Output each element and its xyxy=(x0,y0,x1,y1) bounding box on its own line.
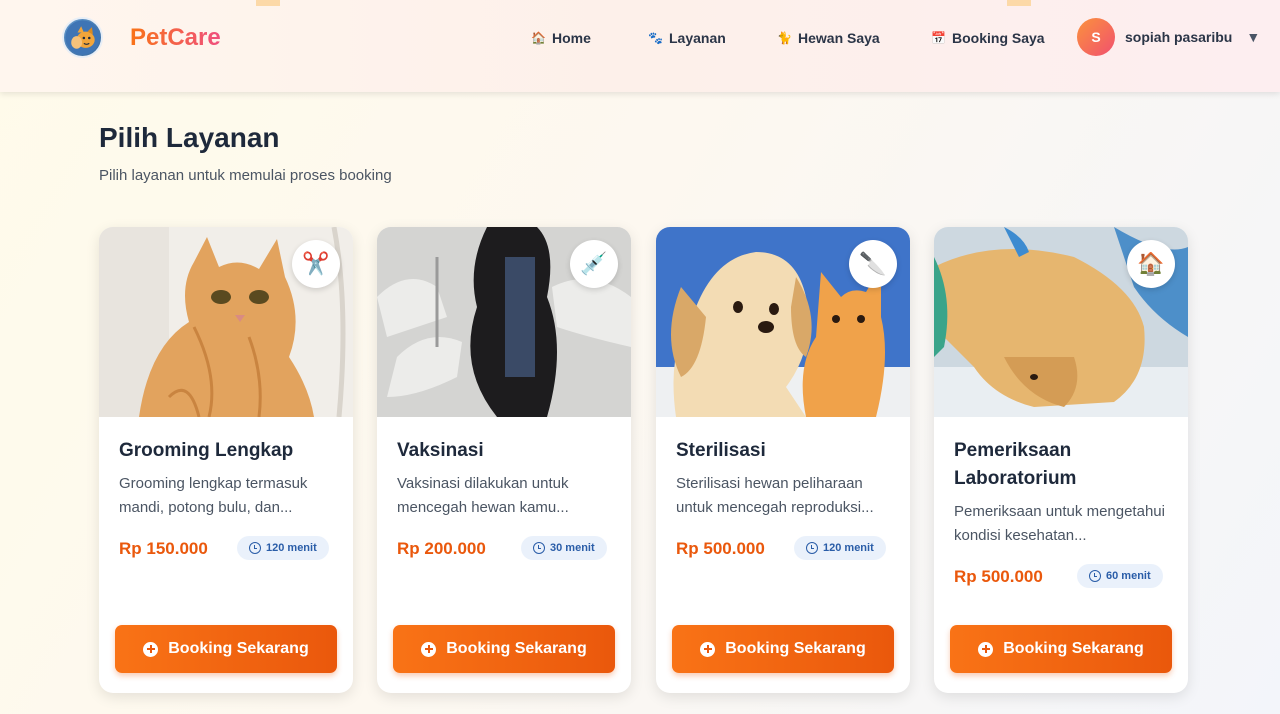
service-price: Rp 500.000 xyxy=(954,567,1043,586)
page-title: Pilih Layanan xyxy=(99,122,280,153)
duration-text: 60 menit xyxy=(1106,570,1151,582)
duration-text: 30 menit xyxy=(550,542,595,554)
duration-badge: 120 menit xyxy=(237,536,329,560)
brand-name[interactable]: PetCare xyxy=(130,24,221,52)
top-navbar: PetCare 🏠 Home 🐾 Layanan 🐈 Hewan Saya 📅 … xyxy=(0,0,1280,92)
nav-home[interactable]: 🏠 Home xyxy=(531,27,591,49)
booking-button[interactable]: Booking Sekarang xyxy=(672,625,894,673)
booking-button-label: Booking Sekarang xyxy=(168,640,309,657)
clock-icon xyxy=(1089,570,1101,582)
plus-circle-icon xyxy=(700,641,716,657)
syringe-icon: 💉 xyxy=(570,240,618,288)
service-description: Grooming lengkap termasuk mandi, potong … xyxy=(119,475,308,516)
user-name: sopiah pasaribu xyxy=(1125,29,1233,45)
service-description: Sterilisasi hewan peliharaan untuk mence… xyxy=(676,475,874,516)
duration-text: 120 menit xyxy=(823,542,874,554)
nav-home-label: Home xyxy=(552,30,591,46)
nav-hewan-saya-label: Hewan Saya xyxy=(798,30,880,46)
decorative-tab xyxy=(1007,0,1031,6)
calendar-icon: 📅 xyxy=(931,31,946,45)
booking-button-label: Booking Sekarang xyxy=(725,640,866,657)
plus-circle-icon xyxy=(978,641,994,657)
service-card-laboratorium: 🏠 Pemeriksaan Laboratorium Pemeriksaan u… xyxy=(934,227,1188,693)
plus-circle-icon xyxy=(143,641,159,657)
duration-badge: 120 menit xyxy=(794,536,886,560)
clock-icon xyxy=(249,542,261,554)
nav-booking-saya[interactable]: 📅 Booking Saya xyxy=(931,27,1045,49)
cat-icon: 🐈 xyxy=(777,31,792,45)
knife-icon: 🔪 xyxy=(849,240,897,288)
house-icon: 🏠 xyxy=(531,31,546,45)
booking-button[interactable]: Booking Sekarang xyxy=(950,625,1172,673)
service-card-grooming: ✂️ Grooming Lengkap Grooming lengkap ter… xyxy=(99,227,353,693)
service-description: Pemeriksaan untuk mengetahui kondisi kes… xyxy=(954,503,1165,544)
service-price: Rp 200.000 xyxy=(397,539,486,558)
paw-icon: 🐾 xyxy=(648,31,663,45)
duration-badge: 30 menit xyxy=(521,536,607,560)
clock-icon xyxy=(806,542,818,554)
decorative-tab xyxy=(256,0,280,6)
duration-text: 120 menit xyxy=(266,542,317,554)
avatar[interactable]: S xyxy=(1077,18,1115,56)
house-icon: 🏠 xyxy=(1127,240,1175,288)
service-card-sterilisasi: 🔪 Sterilisasi Sterilisasi hewan pelihara… xyxy=(656,227,910,693)
plus-circle-icon xyxy=(421,641,437,657)
service-card-vaksinasi: 💉 Vaksinasi Vaksinasi dilakukan untuk me… xyxy=(377,227,631,693)
service-title: Pemeriksaan Laboratorium xyxy=(954,440,1077,489)
service-price: Rp 500.000 xyxy=(676,539,765,558)
service-title: Sterilisasi xyxy=(676,440,766,461)
scissors-icon: ✂️ xyxy=(292,240,340,288)
duration-badge: 60 menit xyxy=(1077,564,1163,588)
chevron-down-icon[interactable]: ▼ xyxy=(1246,29,1260,45)
user-menu[interactable]: S sopiah pasaribu ▼ xyxy=(1077,18,1260,56)
nav-layanan[interactable]: 🐾 Layanan xyxy=(648,27,726,49)
booking-button[interactable]: Booking Sekarang xyxy=(115,625,337,673)
service-title: Vaksinasi xyxy=(397,440,484,461)
nav-hewan-saya[interactable]: 🐈 Hewan Saya xyxy=(777,27,880,49)
pet-logo-icon[interactable] xyxy=(62,17,103,58)
service-price: Rp 150.000 xyxy=(119,539,208,558)
service-description: Vaksinasi dilakukan untuk mencegah hewan… xyxy=(397,475,569,516)
nav-booking-saya-label: Booking Saya xyxy=(952,30,1045,46)
nav-layanan-label: Layanan xyxy=(669,30,726,46)
booking-button[interactable]: Booking Sekarang xyxy=(393,625,615,673)
clock-icon xyxy=(533,542,545,554)
service-title: Grooming Lengkap xyxy=(119,440,294,461)
page-subtitle: Pilih layanan untuk memulai proses booki… xyxy=(99,167,392,184)
booking-button-label: Booking Sekarang xyxy=(1003,640,1144,657)
booking-button-label: Booking Sekarang xyxy=(446,640,587,657)
